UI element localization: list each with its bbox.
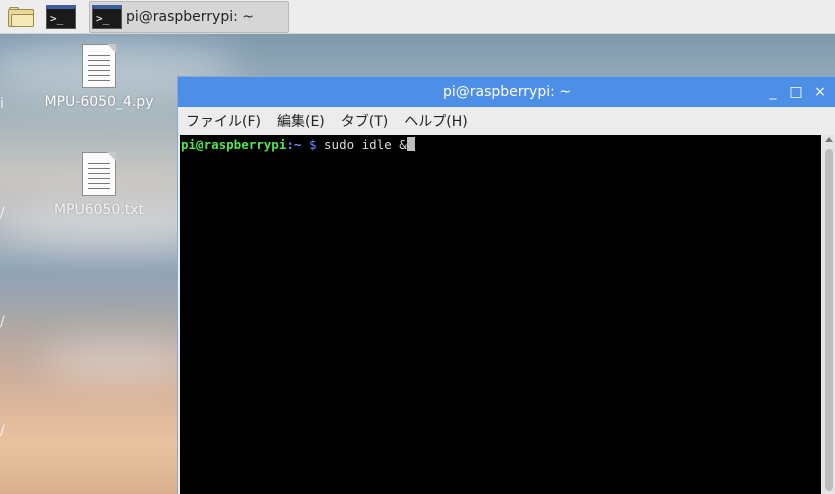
desktop-icon-mpu6050-txt[interactable]: MPU6050.txt	[44, 152, 154, 220]
terminal-scrollbar[interactable]	[822, 135, 835, 494]
terminal-output[interactable]: pi@raspberrypi:~ $ sudo idle &	[180, 135, 821, 494]
prompt-dollar: $	[308, 137, 317, 152]
scrollbar-thumb[interactable]	[825, 149, 833, 491]
window-title: pi@raspberrypi: ~	[442, 84, 572, 100]
desktop-icon-mpu-6050-4-py[interactable]: MPU-6050_4.py	[44, 44, 154, 112]
taskbar-task-label: pi@raspberrypi: ~	[126, 9, 255, 25]
text-file-icon	[82, 152, 116, 196]
prompt-user-host: pi@raspberrypi	[181, 137, 287, 152]
menu-edit[interactable]: 編集(E)	[277, 111, 325, 131]
window-titlebar[interactable]: pi@raspberrypi: ~ _ □ ×	[178, 77, 835, 107]
prompt-path: :~	[286, 137, 302, 152]
taskbar: >_ >_ pi@raspberrypi: ~	[0, 0, 835, 34]
edge-mark: /	[0, 314, 5, 330]
menu-help[interactable]: ヘルプ(H)	[404, 111, 467, 131]
maximize-button[interactable]: □	[787, 83, 805, 101]
edge-mark: i	[0, 96, 4, 112]
menu-bar: ファイル(F) 編集(E) タブ(T) ヘルプ(H)	[178, 107, 835, 135]
terminal-window: pi@raspberrypi: ~ _ □ × ファイル(F) 編集(E) タブ…	[177, 76, 835, 494]
terminal-launcher[interactable]: >_	[46, 3, 76, 31]
edge-mark: /	[0, 205, 5, 221]
command-text: sudo idle &	[324, 137, 407, 152]
desktop-icon-label: MPU6050.txt	[53, 202, 145, 218]
cloud	[40, 340, 200, 380]
close-button[interactable]: ×	[811, 83, 829, 101]
scroll-up-arrow-icon[interactable]	[825, 137, 833, 142]
text-cursor	[406, 137, 415, 151]
terminal-icon: >_	[92, 5, 122, 29]
desktop-icon-label: MPU-6050_4.py	[44, 94, 154, 110]
folder-icon	[8, 7, 34, 27]
menu-file[interactable]: ファイル(F)	[186, 111, 261, 131]
minimize-button[interactable]: _	[764, 83, 782, 101]
terminal-icon: >_	[46, 5, 76, 29]
file-manager-launcher[interactable]	[6, 3, 36, 31]
edge-mark: /	[0, 423, 5, 439]
taskbar-task-terminal[interactable]: >_ pi@raspberrypi: ~	[89, 1, 289, 33]
text-file-icon	[82, 44, 116, 88]
menu-tabs[interactable]: タブ(T)	[341, 111, 388, 131]
